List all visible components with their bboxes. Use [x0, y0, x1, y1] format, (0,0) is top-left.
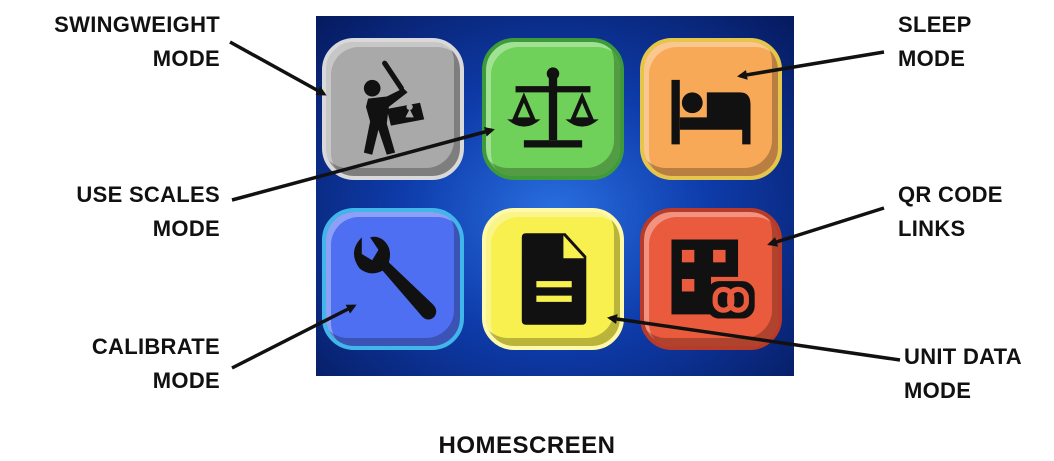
- unit-data-arrow: [607, 314, 901, 362]
- use-scales-label: USE SCALES MODE: [76, 182, 220, 241]
- sleep-arrow: [737, 50, 885, 80]
- qr-code-arrow: [767, 206, 885, 247]
- use-scales-arrow: [231, 126, 495, 202]
- swingweight-label: SWINGWEIGHT MODE: [54, 12, 220, 71]
- homescreen-caption: HOMESCREEN: [438, 432, 616, 459]
- swingweight-arrow: [229, 40, 327, 96]
- sleep-label: SLEEP MODE: [898, 12, 972, 71]
- calibrate-label: CALIBRATE MODE: [91, 334, 220, 393]
- qr-code-label: QR CODE LINKS: [898, 182, 1003, 241]
- calibrate-arrow: [231, 304, 357, 370]
- unit-data-label: UNIT DATA MODE: [904, 344, 1022, 403]
